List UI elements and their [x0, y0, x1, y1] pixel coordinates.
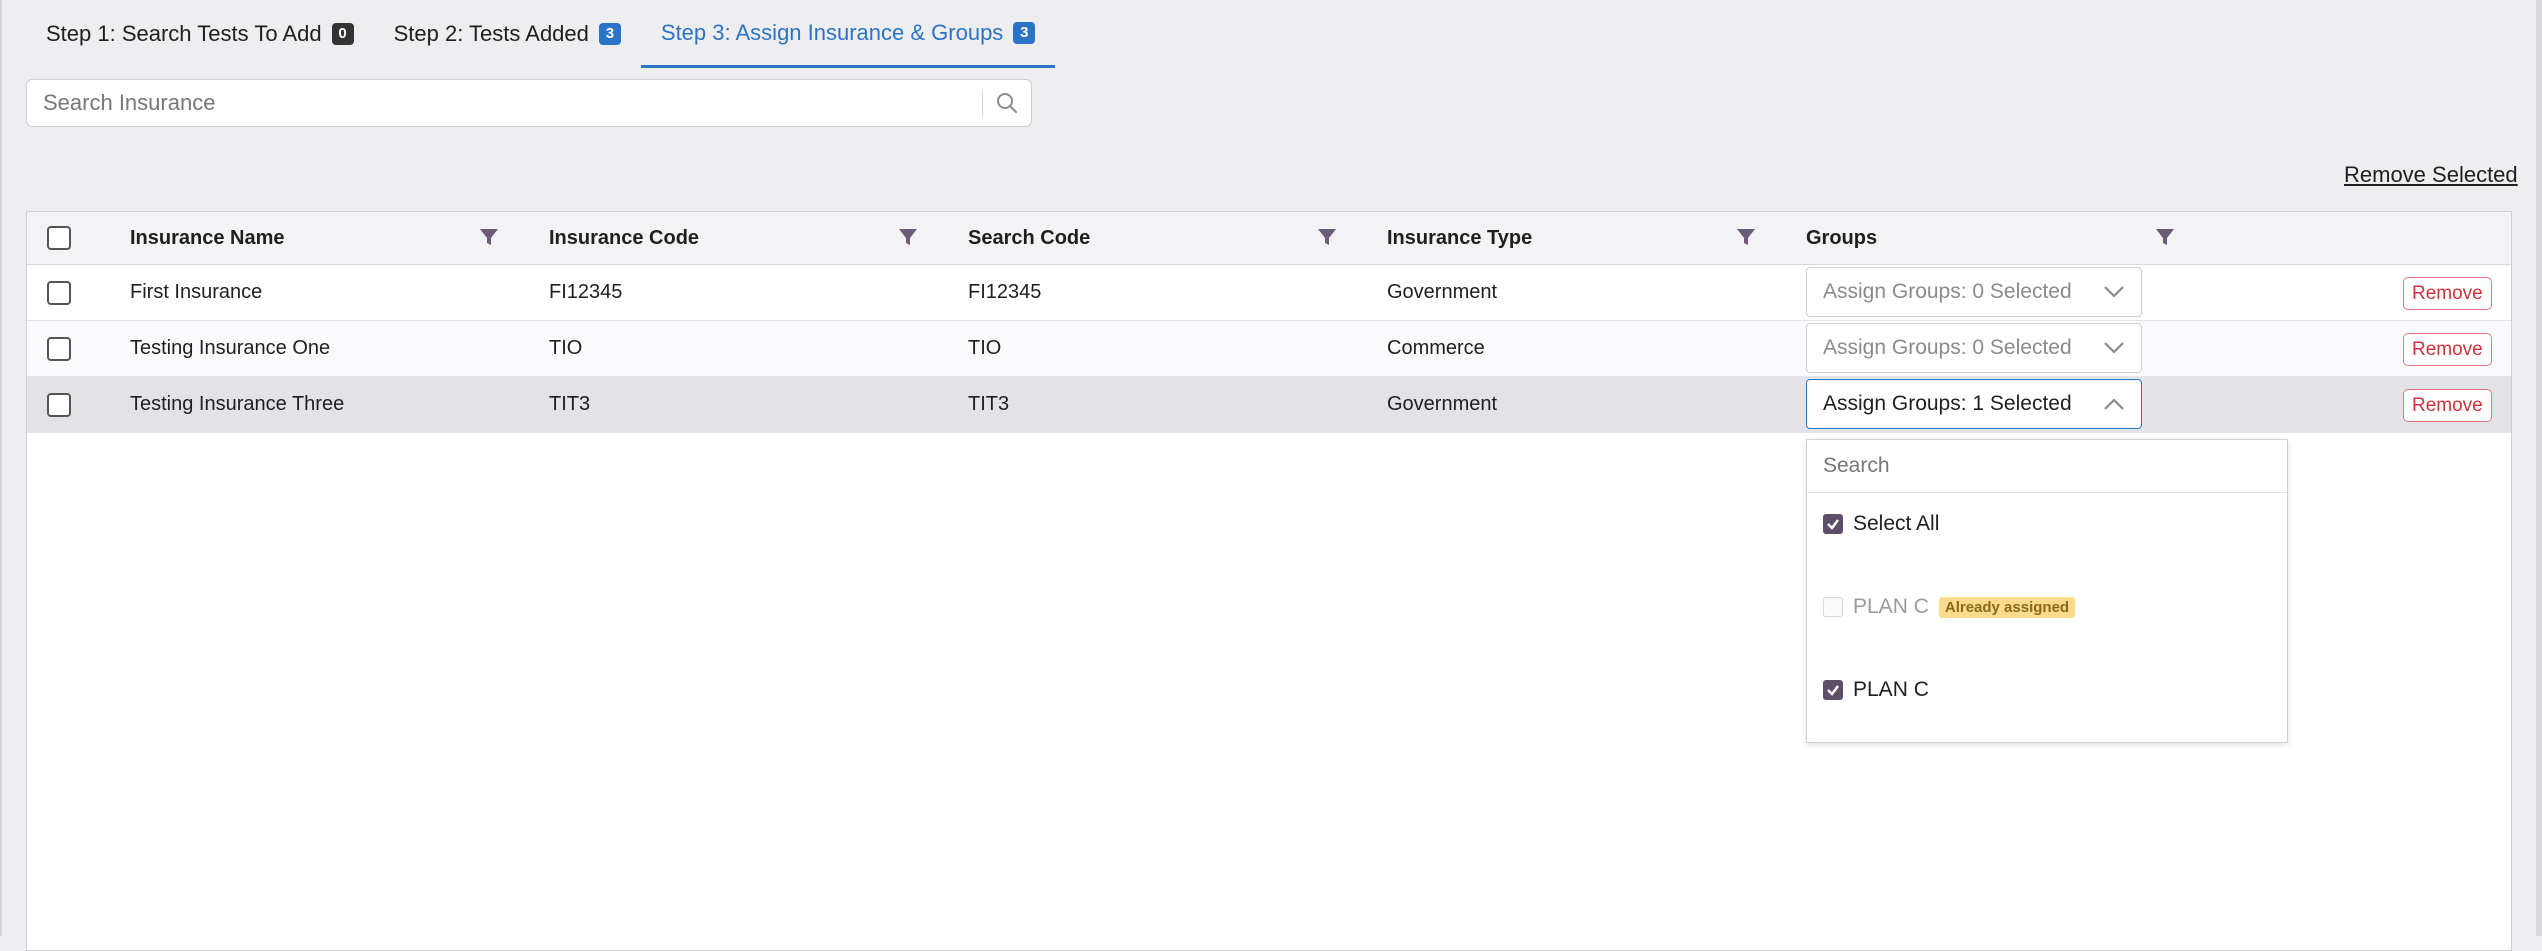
row-checkbox[interactable]	[47, 392, 71, 417]
insurance-type: Government	[1387, 281, 1498, 303]
tab-step-1[interactable]: Step 1: Search Tests To Add 0	[26, 0, 374, 68]
table-row[interactable]: Testing Insurance Three TIT3 TIT3 Govern…	[27, 377, 2511, 433]
tab-count-badge: 3	[598, 23, 621, 45]
tab-count-badge: 3	[1013, 21, 1036, 44]
search-input[interactable]	[27, 90, 982, 116]
search-button[interactable]	[983, 92, 1031, 114]
filter-icon[interactable]	[1317, 227, 1337, 247]
remove-row-button[interactable]: Remove	[2403, 333, 2492, 366]
dropdown-search	[1807, 440, 2287, 493]
tab-label: Step 2: Tests Added	[393, 21, 589, 46]
column-header-insurance-code[interactable]: Insurance Code	[549, 212, 699, 264]
group-option[interactable]: PLAN C	[1823, 678, 1929, 702]
filter-icon[interactable]	[479, 227, 499, 247]
insurance-search	[26, 79, 1032, 127]
assign-groups-value: Assign Groups: 0 Selected	[1823, 336, 2072, 359]
insurance-name: Testing Insurance One	[130, 337, 331, 359]
remove-row-button[interactable]: Remove	[2403, 389, 2492, 422]
tab-count-badge: 0	[331, 23, 354, 45]
chevron-up-icon	[2104, 398, 2124, 410]
search-icon	[997, 93, 1017, 113]
groups-dropdown-panel: Select All PLAN C Already assigned PLAN …	[1806, 439, 2288, 743]
insurance-name: First Insurance	[130, 281, 263, 303]
chevron-down-icon	[2104, 342, 2124, 354]
option-label: PLAN C	[1853, 678, 1929, 701]
insurance-code: TIO	[549, 337, 583, 359]
table-row[interactable]: Testing Insurance One TIO TIO Commerce A…	[27, 321, 2511, 377]
assign-groups-select[interactable]: Assign Groups: 0 Selected	[1806, 267, 2142, 317]
filter-icon[interactable]	[898, 227, 918, 247]
insurance-name: Testing Insurance Three	[130, 393, 345, 415]
assign-groups-value: Assign Groups: 0 Selected	[1823, 280, 2072, 303]
check-icon	[1827, 519, 1839, 530]
table-row[interactable]: First Insurance FI12345 FI12345 Governme…	[27, 265, 2511, 321]
insurance-type: Government	[1387, 393, 1498, 415]
column-header-groups[interactable]: Groups	[1806, 212, 1877, 264]
search-code: FI12345	[968, 281, 1042, 303]
dropdown-search-input[interactable]	[1807, 454, 2287, 478]
checkbox-disabled	[1823, 597, 1843, 617]
option-label: PLAN C	[1853, 595, 1929, 618]
check-icon	[1827, 685, 1839, 696]
already-assigned-badge: Already assigned	[1938, 596, 2076, 618]
assign-groups-value: Assign Groups: 1 Selected	[1823, 392, 2072, 415]
row-checkbox[interactable]	[47, 336, 71, 361]
remove-selected-link[interactable]: Remove Selected	[2344, 162, 2518, 188]
insurance-type: Commerce	[1387, 337, 1485, 359]
assign-groups-select[interactable]: Assign Groups: 0 Selected	[1806, 323, 2142, 373]
tab-step-3[interactable]: Step 3: Assign Insurance & Groups 3	[640, 0, 1056, 68]
assign-groups-select[interactable]: Assign Groups: 1 Selected	[1806, 379, 2142, 429]
filter-icon[interactable]	[2155, 227, 2175, 247]
search-code: TIT3	[968, 393, 1010, 415]
left-border	[0, 0, 2, 936]
insurance-code: TIT3	[549, 393, 591, 415]
chevron-down-icon	[2104, 286, 2124, 298]
select-all-header	[47, 212, 71, 264]
checkbox-checked[interactable]	[1823, 514, 1843, 534]
step-tabs: Step 1: Search Tests To Add 0 Step 2: Te…	[26, 0, 1056, 68]
insurance-code: FI12345	[549, 281, 623, 303]
header-checkbox[interactable]	[47, 226, 71, 250]
table-header: Insurance Name Insurance Code Search Cod…	[27, 212, 2511, 265]
select-all-option[interactable]: Select All	[1823, 512, 1939, 536]
row-checkbox[interactable]	[47, 280, 71, 305]
filter-icon[interactable]	[1736, 227, 1756, 247]
search-code: TIO	[968, 337, 1002, 359]
tab-label: Step 1: Search Tests To Add	[46, 21, 322, 46]
tab-step-2[interactable]: Step 2: Tests Added 3	[374, 0, 641, 68]
checkbox-checked[interactable]	[1823, 680, 1843, 700]
scrollbar-track[interactable]	[2536, 0, 2542, 936]
option-label: Select All	[1853, 512, 1940, 535]
group-option-disabled: PLAN C Already assigned	[1823, 595, 2076, 619]
column-header-search-code[interactable]: Search Code	[968, 212, 1090, 264]
tab-label: Step 3: Assign Insurance & Groups	[660, 19, 1004, 45]
remove-row-button[interactable]: Remove	[2403, 277, 2492, 310]
column-header-insurance-name[interactable]: Insurance Name	[130, 212, 285, 264]
column-header-insurance-type[interactable]: Insurance Type	[1387, 212, 1532, 264]
